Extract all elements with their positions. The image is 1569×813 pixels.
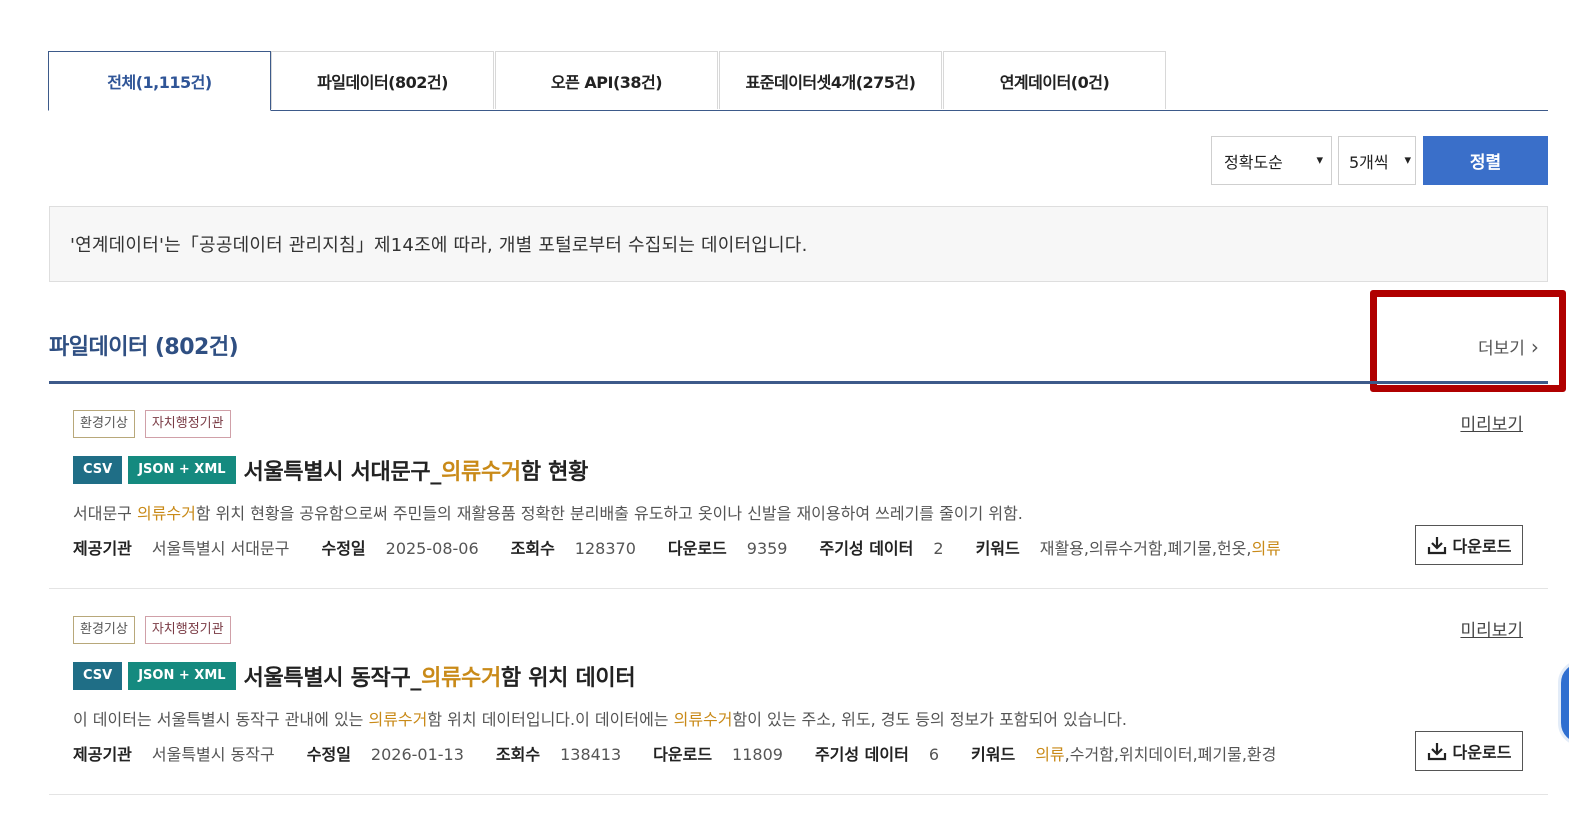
item-title[interactable]: 서울특별시 서대문구_의류수거함 현황: [244, 454, 589, 486]
download-button[interactable]: 다운로드: [1415, 525, 1523, 565]
format-badge-csv: CSV: [73, 662, 123, 690]
linked-data-notice: '연계데이터'는「공공데이터 관리지침」제14조에 따라, 개별 포털로부터 수…: [49, 206, 1548, 282]
tab-standard-dataset[interactable]: 표준데이터셋4개(275건): [719, 51, 942, 109]
tab-open-api[interactable]: 오픈 API(38건): [495, 51, 718, 109]
section-title: 파일데이터 (802건): [49, 335, 239, 360]
tab-all[interactable]: 전체(1,115건): [48, 51, 271, 111]
chevron-right-icon: ›: [1530, 334, 1539, 359]
item-title-row: CSV JSON + XML 서울특별시 동작구_의류수거함 위치 데이터: [73, 660, 636, 692]
chevron-down-icon: ▾: [1404, 153, 1411, 168]
tab-linked-data[interactable]: 연계데이터(0건): [943, 51, 1166, 109]
item-title[interactable]: 서울특별시 동작구_의류수거함 위치 데이터: [244, 660, 636, 692]
category-tags: 환경기상 자치행정기관: [73, 410, 241, 438]
item-description: 서대문구 의류수거함 위치 현황을 공유함으로써 주민들의 재활용품 정확한 분…: [73, 504, 1023, 523]
category-tags: 환경기상 자치행정기관: [73, 616, 241, 644]
item-meta: 제공기관 서울특별시 동작구 수정일 2026-01-13 조회수 138413 다운…: [73, 745, 1277, 764]
more-link[interactable]: 더보기 ›: [1478, 334, 1539, 360]
chevron-down-icon: ▾: [1316, 153, 1323, 168]
format-badge-csv: CSV: [73, 456, 123, 484]
preview-link[interactable]: 미리보기: [1460, 410, 1523, 435]
item-title-row: CSV JSON + XML 서울특별시 서대문구_의류수거함 현황: [73, 454, 588, 486]
download-icon: [1427, 743, 1446, 761]
floating-action-button[interactable]: [1558, 660, 1569, 746]
preview-link[interactable]: 미리보기: [1460, 616, 1523, 641]
item-meta: 제공기관 서울특별시 서대문구 수정일 2025-08-06 조회수 128370 다…: [73, 539, 1281, 558]
page-size-select[interactable]: 5개씩 ▾: [1338, 136, 1416, 185]
format-badge-json-xml: JSON + XML: [128, 662, 236, 690]
category-tabs: 전체(1,115건) 파일데이터(802건) 오픈 API(38건) 표준데이터…: [48, 51, 1548, 111]
tag-category: 환경기상: [73, 410, 135, 438]
format-badge-json-xml: JSON + XML: [128, 456, 236, 484]
tag-org-type: 자치행정기관: [144, 410, 231, 438]
item-description: 이 데이터는 서울특별시 동작구 관내에 있는 의류수거함 위치 데이터입니다.…: [73, 710, 1128, 729]
sort-button[interactable]: 정렬: [1423, 136, 1548, 185]
list-item: 환경기상 자치행정기관 미리보기 CSV JSON + XML 서울특별시 서대문…: [49, 384, 1548, 589]
list-item: 환경기상 자치행정기관 미리보기 CSV JSON + XML 서울특별시 동작구…: [49, 590, 1548, 795]
download-icon: [1427, 537, 1446, 555]
tag-org-type: 자치행정기관: [144, 616, 231, 644]
sort-order-select[interactable]: 정확도순 ▾: [1211, 136, 1332, 185]
tab-file-data[interactable]: 파일데이터(802건): [271, 51, 494, 109]
tag-category: 환경기상: [73, 616, 135, 644]
download-button[interactable]: 다운로드: [1415, 731, 1523, 771]
